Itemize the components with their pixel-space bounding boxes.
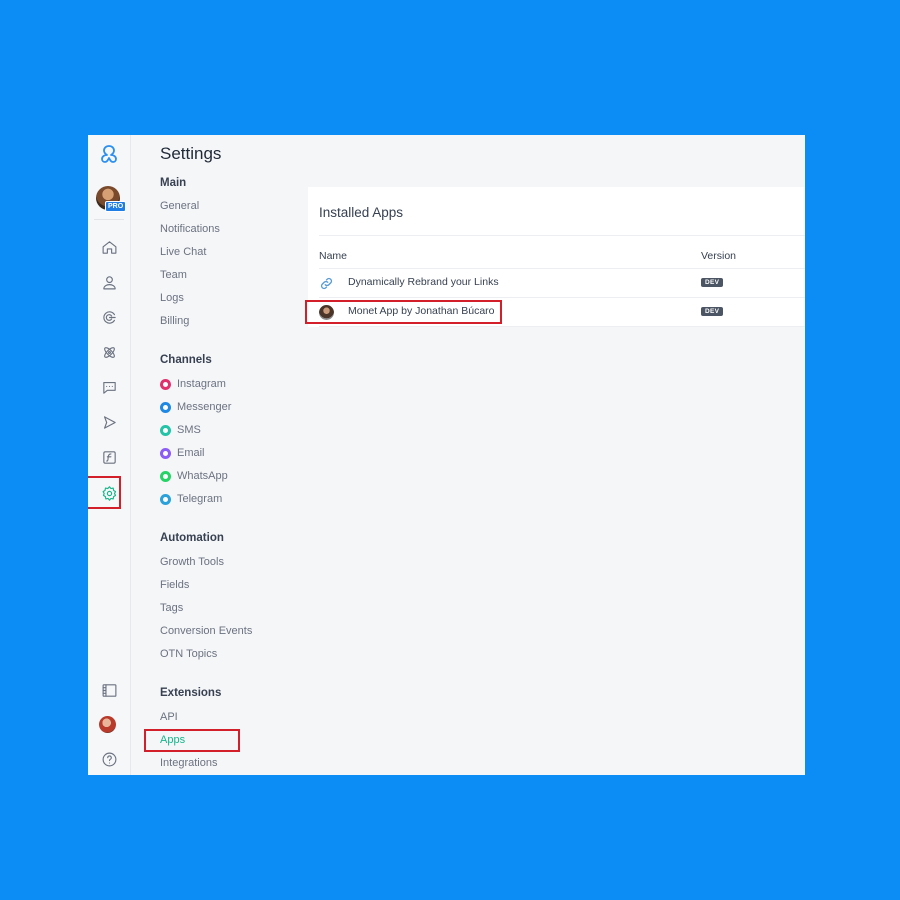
nav-notifications[interactable]: Notifications xyxy=(160,221,220,237)
monet-app-highlight-box xyxy=(305,300,502,324)
home-icon[interactable] xyxy=(97,235,121,259)
nav-messenger[interactable]: Messenger xyxy=(160,399,231,415)
card-divider xyxy=(319,235,805,236)
page-title: Settings xyxy=(160,144,222,163)
nav-otn-topics[interactable]: OTN Topics xyxy=(160,646,217,662)
templates-icon[interactable] xyxy=(97,445,121,469)
sidebar-toggle-icon[interactable] xyxy=(97,678,121,702)
broadcasting-icon[interactable] xyxy=(97,410,121,434)
contacts-icon[interactable] xyxy=(97,270,121,294)
settings-sidebar: Settings Main General Notifications Live… xyxy=(131,135,301,775)
whatsapp-icon xyxy=(160,470,171,482)
section-title-main: Main xyxy=(160,177,187,189)
nav-whatsapp[interactable]: WhatsApp xyxy=(160,468,228,484)
rail-divider xyxy=(94,219,124,220)
telegram-icon xyxy=(160,493,171,505)
app-window: PRO Settings Main General Notifications … xyxy=(88,135,805,775)
nav-email-label: Email xyxy=(177,447,205,459)
manychat-logo-icon[interactable] xyxy=(97,143,121,167)
section-title-channels: Channels xyxy=(160,354,212,366)
nav-fields[interactable]: Fields xyxy=(160,577,189,593)
version-badge: DEV xyxy=(701,307,724,316)
nav-integrations[interactable]: Integrations xyxy=(160,755,217,771)
nav-sms[interactable]: SMS xyxy=(160,422,201,438)
live-chat-icon[interactable] xyxy=(97,375,121,399)
nav-api[interactable]: API xyxy=(160,709,178,725)
instagram-icon xyxy=(160,378,171,390)
nav-messenger-label: Messenger xyxy=(177,401,232,413)
nav-logs[interactable]: Logs xyxy=(160,290,184,306)
row-divider xyxy=(319,326,805,327)
nav-whatsapp-label: WhatsApp xyxy=(177,470,228,482)
nav-instagram[interactable]: Instagram xyxy=(160,376,226,392)
section-title-extensions: Extensions xyxy=(160,687,222,699)
nav-telegram[interactable]: Telegram xyxy=(160,491,222,507)
section-title-automation: Automation xyxy=(160,532,224,544)
column-header-name: Name xyxy=(319,250,348,262)
version-badge: DEV xyxy=(701,278,724,287)
growth-tools-icon[interactable] xyxy=(97,305,121,329)
nav-billing[interactable]: Billing xyxy=(160,313,189,329)
apps-highlight-box xyxy=(144,729,240,752)
link-icon xyxy=(320,277,333,290)
nav-growth-tools[interactable]: Growth Tools xyxy=(160,554,224,570)
nav-instagram-label: Instagram xyxy=(177,378,226,390)
user-avatar[interactable] xyxy=(99,716,116,733)
installed-apps-title: Installed Apps xyxy=(319,205,404,220)
nav-conversion-events[interactable]: Conversion Events xyxy=(160,623,252,639)
automation-icon[interactable] xyxy=(97,340,121,364)
nav-live-chat[interactable]: Live Chat xyxy=(160,244,206,260)
nav-email[interactable]: Email xyxy=(160,445,205,461)
settings-highlight-box xyxy=(88,476,121,509)
nav-telegram-label: Telegram xyxy=(177,493,223,505)
icon-rail: PRO xyxy=(88,135,131,775)
help-icon[interactable] xyxy=(97,747,121,771)
column-header-version: Version xyxy=(701,250,737,262)
messenger-icon xyxy=(160,401,171,413)
nav-sms-label: SMS xyxy=(177,424,201,436)
nav-team[interactable]: Team xyxy=(160,267,187,283)
app-name: Dynamically Rebrand your Links xyxy=(348,276,499,288)
app-row-rebrand-links[interactable]: Dynamically Rebrand your Links DEV xyxy=(319,269,805,297)
nav-tags[interactable]: Tags xyxy=(160,600,183,616)
email-icon xyxy=(160,447,171,459)
sms-icon xyxy=(160,424,171,436)
nav-general[interactable]: General xyxy=(160,198,199,214)
pro-badge: PRO xyxy=(105,201,127,212)
